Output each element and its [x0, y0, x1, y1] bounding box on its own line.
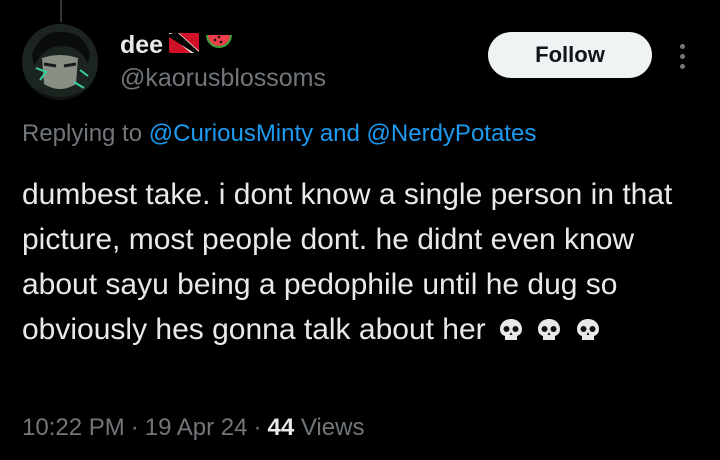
separator-dot: · [253, 414, 262, 441]
replying-to-label: Replying to [22, 120, 143, 147]
skull-icon [536, 311, 562, 356]
flag-trinidad-and-tobago-icon [169, 32, 200, 58]
author-handle[interactable]: @kaorusblossoms [120, 64, 326, 93]
tweet-time[interactable]: 10:22 PM [22, 414, 125, 441]
display-name[interactable]: dee [120, 31, 163, 60]
mention-link-nerdypotates[interactable]: @NerdyPotates [367, 120, 537, 147]
watermelon-icon [205, 32, 233, 59]
avatar[interactable] [22, 24, 98, 100]
mention-conjunction: and [319, 120, 360, 147]
tweet-text-container: dumbest take. i dont know a single perso… [22, 172, 702, 356]
separator-dot: · [130, 414, 139, 441]
thread-connector-line [60, 0, 62, 22]
replying-to-line: Replying to @CuriousMinty and @NerdyPota… [22, 120, 536, 148]
mention-link-curiousminty[interactable]: @CuriousMinty [149, 120, 313, 147]
views-label: Views [300, 414, 365, 441]
skull-icon [498, 311, 524, 356]
more-options-icon[interactable] [668, 40, 696, 72]
follow-button[interactable]: Follow [488, 32, 652, 78]
views-count[interactable]: 44 [267, 414, 294, 441]
author-name-row: dee [120, 28, 233, 62]
tweet-meta: 10:22 PM · 19 Apr 24 · 44 Views [22, 414, 364, 442]
tweet-date[interactable]: 19 Apr 24 [145, 414, 248, 441]
skull-icon [575, 311, 601, 356]
